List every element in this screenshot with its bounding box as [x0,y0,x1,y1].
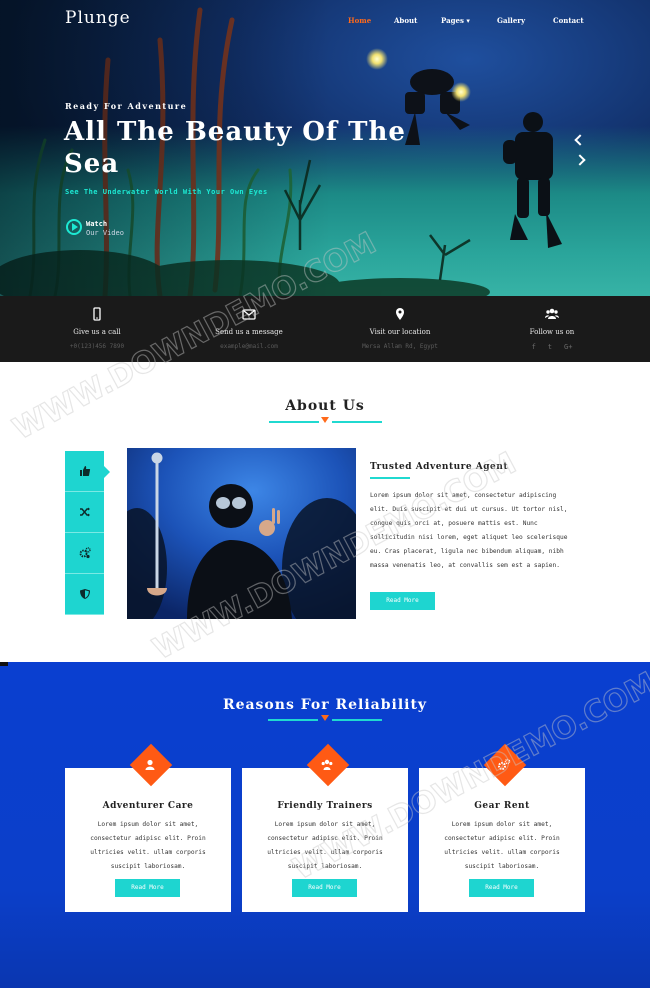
reason-read-more-button[interactable]: Read More [115,879,180,897]
hero-section: Plunge Home About Pages ▾ Gallery Contac… [0,0,650,296]
reason-card: Friendly Trainers Lorem ipsum dolor sit … [242,743,408,912]
about-text: Lorem ipsum dolor sit amet, consectetur … [370,492,568,569]
contact-location-value: Mersa Allam Rd, Egypt [362,343,438,350]
reasons-title-line-left [268,719,318,721]
nav-item-home[interactable]: Home [348,16,371,25]
contact-call-title: Give us a call [73,328,121,336]
anchor-icon [321,715,329,721]
nav-item-contact[interactable]: Contact [553,16,584,25]
reasons-title: Reasons For Reliability [222,697,428,713]
tab-shield[interactable] [65,574,104,615]
thumbs-up-icon [79,466,90,476]
hero-subtitle: See The Underwater World With Your Own E… [65,188,268,196]
reason-text: Lorem ipsum dolor sit amet, consectetur … [444,821,560,870]
tab-shuffle[interactable] [65,492,104,533]
reason-read-more-button[interactable]: Read More [469,879,534,897]
nav-item-gallery[interactable]: Gallery [497,16,525,25]
anchor-icon [321,417,329,423]
contact-call-value: +0(123)456 7890 [69,343,125,350]
map-pin-icon [396,308,404,320]
contact-message-title: Send us a message [215,328,283,336]
tab-gears[interactable] [65,533,104,574]
hero-title: All The Beauty Of The Sea [64,117,406,179]
contact-call: Give us a call +0(123)456 7890 [27,296,167,350]
watch-video-link[interactable]: Watch Our Video [86,220,124,238]
reason-title: Gear Rent [474,801,530,811]
about-title-line-left [269,421,319,423]
contact-location: Visit our location Mersa Allam Rd, Egypt [330,296,470,350]
diver-illustration [127,448,356,619]
gears-icon [498,758,511,770]
contact-bar: Give us a call +0(123)456 7890 Send us a… [0,296,650,362]
shield-icon [79,589,90,599]
contact-message-value[interactable]: example@mail.com [179,343,319,350]
diver-photo [127,448,356,619]
gears-icon [79,547,91,559]
hero-kicker: Ready For Adventure [65,101,188,111]
reasons-title-line-right [332,719,382,721]
user-icon [145,759,155,770]
reason-title: Adventurer Care [102,801,194,811]
twitter-icon[interactable]: t [548,343,552,351]
about-title-line-right [332,421,382,423]
about-heading-underline [370,477,410,479]
facebook-icon[interactable]: f [532,343,536,351]
nav-item-pages[interactable]: Pages ▾ [441,16,470,25]
about-heading: Trusted Adventure Agent [370,462,508,472]
nav-item-about[interactable]: About [394,16,417,25]
reason-title: Friendly Trainers [277,801,373,811]
reason-text: Lorem ipsum dolor sit amet, consectetur … [267,821,383,870]
reasons-section: Reasons For Reliability Adventurer Care … [0,662,650,988]
reason-read-more-button[interactable]: Read More [292,879,357,897]
contact-location-title: Visit our location [369,328,431,336]
reason-card: Adventurer Care Lorem ipsum dolor sit am… [65,743,231,912]
tab-thumbs-up[interactable] [65,451,110,492]
watch-label: Watch [86,220,108,228]
site-logo[interactable]: Plunge [65,8,131,28]
envelope-icon [242,309,256,320]
reason-card: Gear Rent Lorem ipsum dolor sit amet, co… [419,743,585,912]
shuffle-icon [79,507,90,517]
phone-icon [93,307,101,321]
about-tabs [65,451,110,615]
contact-follow-title: Follow us on [529,328,575,336]
google-plus-icon[interactable]: G+ [564,343,572,351]
dive-light-icon [451,82,471,102]
play-video-icon[interactable] [66,219,82,235]
social-links: f t G+ [482,343,622,351]
group-icon [321,759,333,770]
contact-follow: Follow us on f t G+ [482,296,622,351]
section-divider [0,662,8,666]
watch-sublabel: Our Video [86,229,124,237]
contact-message: Send us a message example@mail.com [179,296,319,350]
about-read-more-button[interactable]: Read More [370,592,435,610]
main-nav: Plunge Home About Pages ▾ Gallery Contac… [0,0,650,42]
dive-light-icon [366,48,388,70]
users-icon [545,308,559,319]
reason-text: Lorem ipsum dolor sit amet, consectetur … [90,821,206,870]
about-title: About Us [285,398,365,414]
